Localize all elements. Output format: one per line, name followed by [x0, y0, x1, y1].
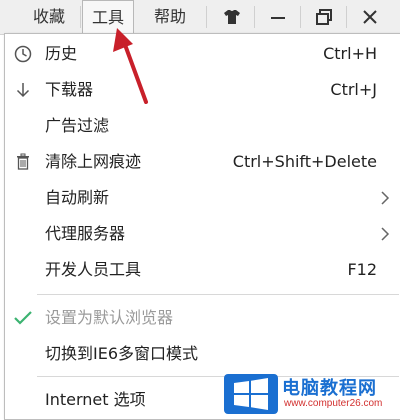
- menu-separator: [254, 6, 255, 28]
- menu-item-shortcut: Ctrl+Shift+Delete: [232, 152, 377, 171]
- menu-item-downloader[interactable]: 下载器 Ctrl+J: [5, 72, 400, 108]
- menu-item-label: 清除上网痕迹: [45, 152, 142, 171]
- menu-tools[interactable]: 工具: [82, 0, 134, 34]
- tools-dropdown-menu: 历史 Ctrl+H 下载器 Ctrl+J 广告过滤 清除上网痕迹 Ctrl+Sh…: [4, 33, 400, 420]
- download-arrow-icon: [13, 80, 33, 100]
- shirt-icon: [224, 10, 240, 24]
- checkmark-icon: [13, 308, 33, 328]
- menu-item-ad-filter[interactable]: 广告过滤: [5, 108, 400, 144]
- chevron-right-icon: [381, 227, 390, 241]
- menu-item-clear-traces[interactable]: 清除上网痕迹 Ctrl+Shift+Delete: [5, 144, 400, 180]
- watermark: 电脑教程网 www.computer26.com: [224, 374, 394, 414]
- menu-item-developer-tools[interactable]: 开发人员工具 F12: [5, 252, 400, 288]
- menu-separator: [300, 6, 301, 28]
- menu-item-label: 代理服务器: [45, 224, 126, 243]
- menu-item-set-default-browser: 设置为默认浏览器: [5, 300, 400, 336]
- close-button[interactable]: [350, 0, 390, 34]
- menu-separator: [80, 6, 81, 28]
- menu-separator: [346, 6, 347, 28]
- restore-icon: [316, 9, 332, 25]
- menu-item-label: 开发人员工具: [45, 260, 142, 279]
- chevron-right-icon: [381, 191, 390, 205]
- menu-bar: 收藏 工具 帮助: [0, 0, 400, 35]
- menu-item-shortcut: Ctrl+H: [323, 44, 377, 63]
- menu-item-label: 广告过滤: [45, 116, 110, 135]
- menu-item-auto-refresh[interactable]: 自动刷新: [5, 180, 400, 216]
- menu-item-shortcut: Ctrl+J: [330, 80, 377, 99]
- clock-icon: [13, 44, 33, 64]
- menu-item-label: Internet 选项: [45, 390, 146, 409]
- watermark-url: www.computer26.com: [284, 398, 383, 409]
- close-icon: [363, 10, 377, 24]
- menu-item-proxy-server[interactable]: 代理服务器: [5, 216, 400, 252]
- menu-divider: [37, 294, 399, 295]
- menu-item-switch-ie6-mode[interactable]: 切换到IE6多窗口模式: [5, 336, 400, 372]
- menu-help[interactable]: 帮助: [142, 0, 198, 34]
- windows-logo-icon: [224, 374, 278, 414]
- menu-item-label: 自动刷新: [45, 188, 110, 207]
- menu-favorites[interactable]: 收藏: [24, 0, 74, 34]
- menu-item-history[interactable]: 历史 Ctrl+H: [5, 36, 400, 72]
- menu-item-label: 历史: [45, 44, 78, 63]
- restore-button[interactable]: [304, 0, 344, 34]
- minimize-icon: [271, 17, 285, 19]
- trash-icon: [13, 152, 33, 172]
- skin-button[interactable]: [212, 0, 252, 34]
- menu-item-label: 下载器: [45, 80, 94, 99]
- menu-item-shortcut: F12: [347, 260, 377, 279]
- watermark-title: 电脑教程网: [282, 378, 377, 399]
- menu-item-label: 设置为默认浏览器: [45, 308, 174, 327]
- menu-item-label: 切换到IE6多窗口模式: [45, 344, 199, 363]
- minimize-button[interactable]: [258, 0, 298, 34]
- menu-separator: [206, 6, 207, 28]
